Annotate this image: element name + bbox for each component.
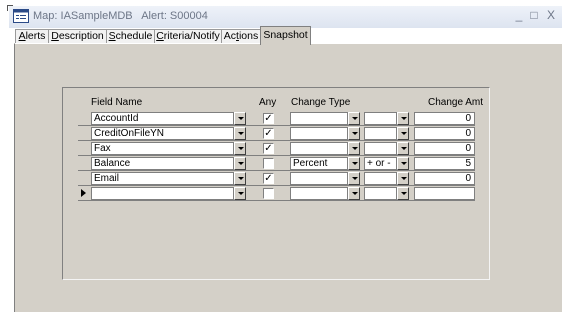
operator-dropdown-button[interactable]: [397, 127, 409, 140]
change-amt-cell[interactable]: [414, 187, 475, 200]
window-title: Map: IASampleMDB Alert: S00004: [33, 10, 208, 22]
row-divider: [78, 155, 475, 156]
form-window-icon: [13, 9, 29, 23]
change-amt-cell[interactable]: 0: [414, 127, 475, 140]
operator-cell[interactable]: [364, 112, 397, 125]
row-divider: [78, 140, 475, 141]
row-divider: [78, 170, 475, 171]
change-amt-cell[interactable]: 5: [414, 157, 475, 170]
change-type-cell[interactable]: [290, 112, 348, 125]
operator-cell[interactable]: [364, 142, 397, 155]
field-name-dropdown-button[interactable]: [234, 172, 246, 185]
any-checkbox[interactable]: ✓: [263, 143, 274, 154]
change-type-cell[interactable]: [290, 172, 348, 185]
change-type-dropdown-button[interactable]: [348, 187, 360, 200]
any-checkbox[interactable]: ✓: [263, 128, 274, 139]
header-change-type: Change Type: [291, 97, 351, 108]
tab-description[interactable]: Description: [48, 29, 107, 44]
change-type-cell[interactable]: [290, 142, 348, 155]
restore-button[interactable]: □: [527, 8, 541, 22]
change-amt-cell[interactable]: 0: [414, 172, 475, 185]
operator-cell[interactable]: [364, 172, 397, 185]
row-selector[interactable]: [78, 127, 91, 140]
operator-dropdown-button[interactable]: [397, 112, 409, 125]
header-field-name: Field Name: [91, 97, 143, 108]
field-name-cell[interactable]: CreditOnFileYN: [91, 127, 234, 140]
operator-dropdown-button[interactable]: [397, 142, 409, 155]
field-name-cell[interactable]: [91, 187, 234, 200]
change-type-cell[interactable]: Percent: [290, 157, 348, 170]
change-amt-cell[interactable]: 0: [414, 142, 475, 155]
change-type-dropdown-button[interactable]: [348, 172, 360, 185]
row-selector[interactable]: [78, 157, 91, 170]
operator-dropdown-button[interactable]: [397, 157, 409, 170]
field-name-dropdown-button[interactable]: [234, 157, 246, 170]
header-change-amt: Change Amt: [428, 97, 484, 108]
field-name-cell[interactable]: Fax: [91, 142, 234, 155]
row-selector[interactable]: [78, 172, 91, 185]
new-record-arrow-icon: [81, 189, 86, 197]
field-name-dropdown-button[interactable]: [234, 112, 246, 125]
field-name-cell[interactable]: Balance: [91, 157, 234, 170]
any-checkbox[interactable]: ✓: [263, 173, 274, 184]
row-selector[interactable]: [78, 142, 91, 155]
minimize-button[interactable]: _: [512, 8, 526, 22]
change-type-cell[interactable]: [290, 187, 348, 200]
any-checkbox[interactable]: ✓: [263, 113, 274, 124]
field-name-cell[interactable]: AccountId: [91, 112, 234, 125]
operator-dropdown-button[interactable]: [397, 187, 409, 200]
any-checkbox[interactable]: [263, 158, 274, 169]
change-type-dropdown-button[interactable]: [348, 157, 360, 170]
field-name-cell[interactable]: Email: [91, 172, 234, 185]
tab-snapshot[interactable]: Snapshot: [260, 26, 311, 45]
header-any: Any: [259, 97, 277, 108]
change-type-cell[interactable]: [290, 127, 348, 140]
tab-criteria-notify[interactable]: Criteria/Notify: [154, 29, 222, 44]
change-type-dropdown-button[interactable]: [348, 127, 360, 140]
close-button[interactable]: X: [544, 8, 558, 22]
operator-dropdown-button[interactable]: [397, 172, 409, 185]
field-name-dropdown-button[interactable]: [234, 142, 246, 155]
tab-alerts[interactable]: Alerts: [15, 29, 49, 44]
tab-actions[interactable]: Actions: [221, 29, 261, 44]
row-divider: [78, 125, 475, 126]
change-type-dropdown-button[interactable]: [348, 142, 360, 155]
operator-cell[interactable]: [364, 187, 397, 200]
operator-cell[interactable]: [364, 127, 397, 140]
any-checkbox[interactable]: [263, 188, 274, 199]
tab-schedule[interactable]: Schedule: [106, 29, 155, 44]
change-amt-cell[interactable]: 0: [414, 112, 475, 125]
row-selector[interactable]: [78, 112, 91, 125]
row-divider: [78, 185, 475, 186]
field-name-dropdown-button[interactable]: [234, 127, 246, 140]
field-name-dropdown-button[interactable]: [234, 187, 246, 200]
change-type-dropdown-button[interactable]: [348, 112, 360, 125]
operator-cell[interactable]: + or -: [364, 157, 397, 170]
row-divider: [78, 200, 475, 201]
